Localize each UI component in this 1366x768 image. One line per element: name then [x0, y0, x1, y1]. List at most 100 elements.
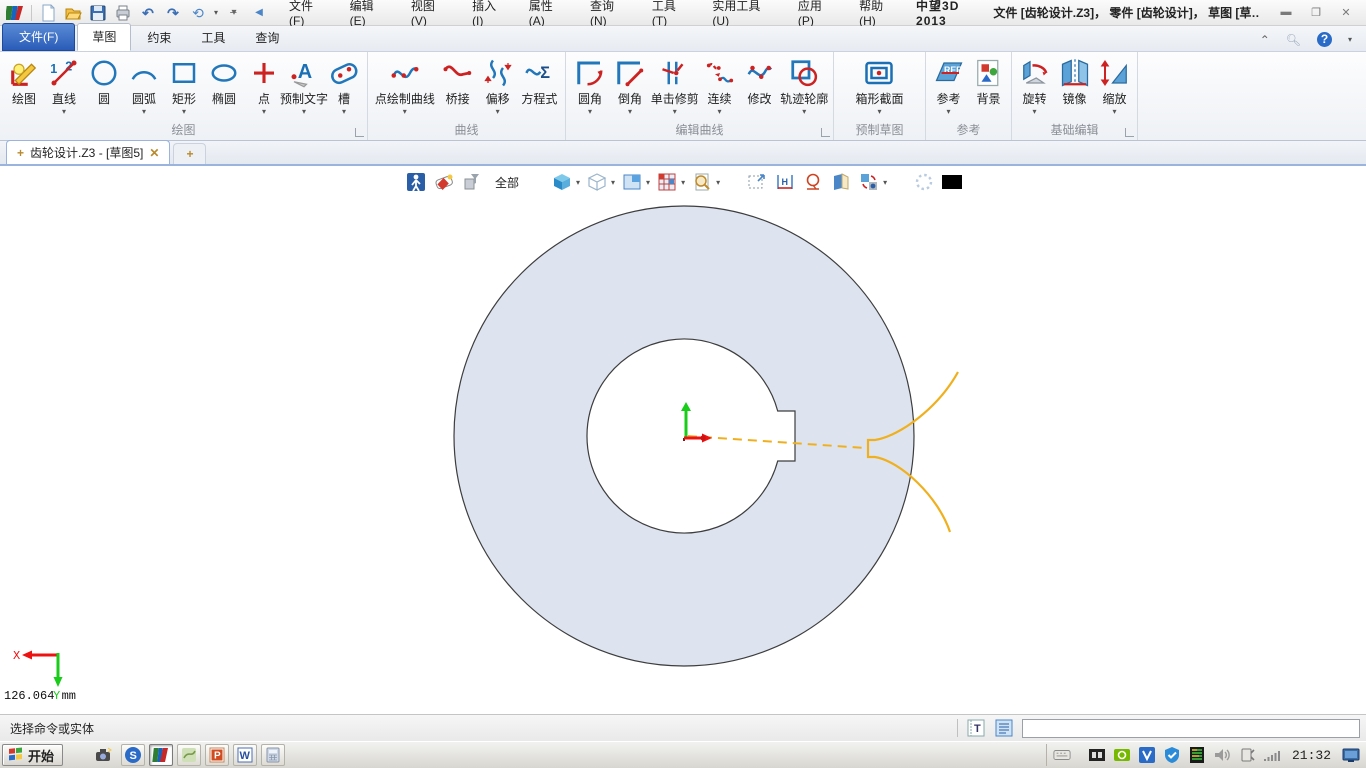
ribbon-button-circle[interactable]: 圆 [84, 54, 124, 118]
ribbon-button-equation[interactable]: Σ 方程式 [518, 54, 561, 118]
new-document-tab-button[interactable]: + [173, 143, 206, 164]
tray-network-signal-icon[interactable] [1263, 746, 1281, 764]
ribbon-button-ready-text[interactable]: A 预制文字▾ [284, 54, 324, 118]
dropdown-arrow-icon[interactable]: ▾ [342, 107, 346, 117]
zoom-page-icon[interactable] [691, 171, 713, 193]
exit-sketch-icon[interactable] [405, 171, 427, 193]
dropdown-arrow-icon[interactable]: ▾ [681, 178, 685, 187]
tab-sketch[interactable]: 草图 [77, 23, 131, 51]
grid-pattern-icon[interactable] [656, 171, 678, 193]
quicklaunch-zw3d-icon[interactable] [149, 744, 173, 766]
restore-button[interactable]: ❐ [1308, 6, 1324, 19]
screen-capture-tool-icon[interactable] [91, 744, 117, 766]
tray-volume-icon[interactable] [1213, 746, 1231, 764]
tray-nvidia-icon[interactable] [1113, 746, 1131, 764]
new-file-icon[interactable] [39, 4, 57, 22]
quicklaunch-word-icon[interactable]: W [233, 744, 257, 766]
tray-security-shield-icon[interactable] [1163, 746, 1181, 764]
dropdown-arrow-icon[interactable]: ▾ [262, 107, 266, 117]
collapse-ribbon-icon[interactable]: ⌃ [1260, 33, 1270, 47]
group-expander-icon[interactable] [1125, 128, 1134, 137]
dropdown-arrow-icon[interactable]: ▾ [611, 178, 615, 187]
start-button[interactable]: 开始 [2, 744, 63, 766]
ribbon-button-box-section[interactable]: 箱形截面▾ [850, 54, 908, 118]
quicklaunch-browser-icon[interactable]: S [121, 744, 145, 766]
dropdown-arrow-icon[interactable]: ▾ [182, 107, 186, 117]
tray-media-icon[interactable] [1088, 746, 1106, 764]
tab-inquire[interactable]: 查询 [241, 25, 293, 51]
minimize-button[interactable]: ▬ [1278, 6, 1294, 19]
ribbon-button-mirror[interactable]: 镜像 [1055, 54, 1095, 118]
horizontal-dimension-icon[interactable]: H [774, 171, 796, 193]
reorient-sketch-icon[interactable] [858, 171, 880, 193]
dropdown-arrow-icon[interactable]: ▾ [628, 107, 632, 117]
plane-swap-icon[interactable] [830, 171, 852, 193]
ribbon-button-point[interactable]: 点▾ [244, 54, 284, 118]
dropdown-arrow-icon[interactable]: ▾ [496, 107, 500, 117]
collapse-toolbar-icon[interactable]: ◀ [250, 4, 268, 22]
open-file-icon[interactable] [64, 4, 82, 22]
group-expander-icon[interactable] [821, 128, 830, 137]
ribbon-button-curve-by-points[interactable]: 点绘制曲线▾ [372, 54, 438, 118]
tray-led-grid-icon[interactable] [1188, 746, 1206, 764]
sketch-canvas[interactable]: X Y 126.064 mm [0, 166, 1366, 714]
dropdown-arrow-icon[interactable]: ▾ [946, 107, 950, 117]
dropdown-arrow-icon[interactable]: ▾ [1112, 107, 1116, 117]
dropdown-arrow-icon[interactable]: ▾ [1032, 107, 1036, 117]
ribbon-button-offset[interactable]: 偏移▾ [478, 54, 518, 118]
quicklaunch-powerpoint-icon[interactable]: P [205, 744, 229, 766]
ribbon-button-scale[interactable]: 缩放▾ [1095, 54, 1135, 118]
ribbon-button-fillet[interactable]: 圆角▾ [570, 54, 610, 118]
group-expander-icon[interactable] [355, 128, 364, 137]
ribbon-button-chamfer[interactable]: 倒角▾ [610, 54, 650, 118]
search-icon[interactable]: 🔍︎ [1286, 33, 1301, 47]
command-input[interactable] [1022, 719, 1360, 738]
help-dropdown-icon[interactable]: ▾ [1348, 35, 1352, 45]
ribbon-button-modify[interactable]: 修改 [740, 54, 780, 118]
keyboard-layout-icon[interactable] [1053, 746, 1071, 764]
ribbon-button-bridge[interactable]: 桥接 [438, 54, 478, 118]
dropdown-arrow-icon[interactable]: ▾ [883, 178, 887, 187]
text-panel-toggle-icon[interactable]: T [966, 719, 986, 737]
ribbon-button-draw[interactable]: 绘图 [4, 54, 44, 118]
view-rotate-dropdown-icon[interactable]: ▾ [214, 8, 218, 18]
close-button[interactable]: ✕ [1338, 6, 1354, 19]
ribbon-button-continue[interactable]: 连续▾ [700, 54, 740, 118]
dropdown-arrow-icon[interactable]: ▾ [877, 107, 881, 117]
viewport-layout-icon[interactable] [621, 171, 643, 193]
dropdown-arrow-icon[interactable]: ▾ [588, 107, 592, 117]
help-icon[interactable]: ? [1317, 32, 1332, 47]
quicklaunch-calculator-icon[interactable] [261, 744, 285, 766]
wireframe-display-icon[interactable] [586, 171, 608, 193]
ribbon-button-arc[interactable]: 圆弧▾ [124, 54, 164, 118]
dropdown-arrow-icon[interactable]: ▾ [576, 178, 580, 187]
zoom-extents-icon[interactable] [746, 171, 768, 193]
save-icon[interactable] [89, 4, 107, 22]
document-tab-active[interactable]: + 齿轮设计.Z3 - [草图5] ✕ [6, 140, 170, 164]
taskbar-clock[interactable]: 21:32 [1288, 748, 1335, 763]
radial-dimension-icon[interactable] [802, 171, 824, 193]
tab-tools[interactable]: 工具 [187, 25, 239, 51]
redo-icon[interactable]: ↷ [164, 4, 182, 22]
ribbon-button-line[interactable]: 12 直线▾ [44, 54, 84, 118]
ribbon-button-rotate[interactable]: 旋转▾ [1015, 54, 1055, 118]
dropdown-arrow-icon[interactable]: ▾ [302, 107, 306, 117]
print-icon[interactable] [114, 4, 132, 22]
tray-power-plug-icon[interactable] [1238, 746, 1256, 764]
dropdown-arrow-icon[interactable]: ▾ [142, 107, 146, 117]
undo-icon[interactable]: ↶ [139, 4, 157, 22]
filter-all-dropdown[interactable]: 全部 [489, 174, 525, 191]
tray-zw-updater-icon[interactable] [1138, 746, 1156, 764]
dropdown-arrow-icon[interactable]: ▾ [646, 178, 650, 187]
message-log-icon[interactable] [994, 719, 1014, 737]
quicklaunch-notes-icon[interactable] [177, 744, 201, 766]
tab-constraint[interactable]: 约束 [133, 25, 185, 51]
view-rotate-icon[interactable]: ⟲ [189, 4, 207, 22]
ribbon-button-reference[interactable]: REF 参考▾ [929, 54, 969, 118]
ribbon-button-background[interactable]: 背景 [969, 54, 1009, 118]
ribbon-button-trace-profile[interactable]: 轨迹轮廓▾ [780, 54, 830, 118]
dropdown-arrow-icon[interactable]: ▾ [716, 178, 720, 187]
color-swatch-black[interactable] [941, 171, 963, 193]
dropdown-arrow-icon[interactable]: ▾ [802, 107, 806, 117]
ribbon-button-one-click-trim[interactable]: 单击修剪▾ [650, 54, 700, 118]
